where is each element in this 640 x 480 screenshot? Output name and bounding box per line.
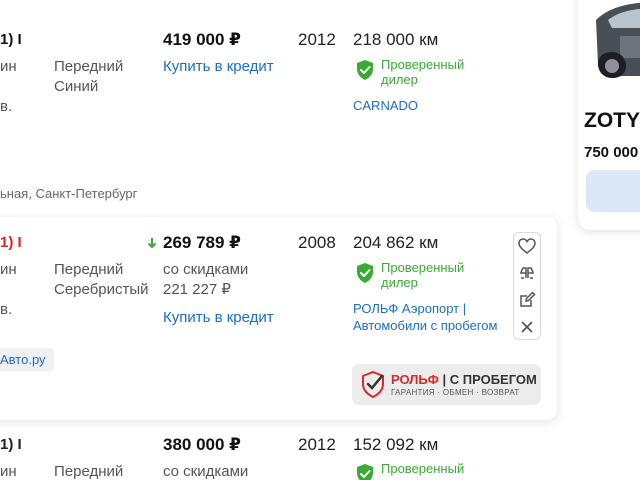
engine-info-3: ин: [0, 463, 17, 480]
car-thumbnail: [578, 0, 640, 97]
drive-2: Передний: [54, 261, 124, 278]
favorite-button[interactable]: [514, 233, 540, 259]
color-1: Синий: [54, 78, 99, 95]
year-2: 2008: [298, 233, 336, 252]
price-3: 380 000 ₽: [163, 435, 242, 454]
year-3: 2012: [298, 435, 336, 454]
shield-check-icon: [355, 262, 375, 289]
compare-button[interactable]: [514, 260, 540, 286]
drive-3: Передний: [54, 463, 124, 480]
dealer-link-1[interactable]: CARNADO: [353, 97, 418, 114]
verified-dealer-2: Проверенный дилер: [381, 260, 465, 290]
recommended-price: 750 000: [584, 144, 639, 161]
credit-link-2[interactable]: Купить в кредит: [163, 308, 274, 328]
dealer-logo[interactable]: РОЛЬФ | С ПРОБЕГОМ ГАРАНТИЯ · ОБМЕН · ВО…: [352, 364, 541, 405]
heart-icon: [518, 238, 536, 254]
hide-button[interactable]: [514, 314, 540, 340]
dealer-link-2[interactable]: РОЛЬФ Аэропорт | Автомобили с пробегом: [353, 300, 497, 334]
recommended-card[interactable]: ZOTY 750 000: [578, 0, 640, 230]
listing-title-1[interactable]: 1) I: [0, 30, 22, 50]
verified-dealer-3: Проверенный: [381, 461, 465, 476]
listing-title-3[interactable]: 1) I: [0, 435, 22, 455]
engine-info-1: ин: [0, 58, 17, 75]
tax-info-2: в.: [0, 301, 13, 318]
source-chip[interactable]: Авто.ру: [0, 348, 54, 371]
credit-link-1[interactable]: Купить в кредит: [163, 57, 274, 77]
shield-check-icon: [355, 59, 375, 86]
location-1: ьная, Санкт-Петербург: [0, 186, 138, 201]
discount-label-3: со скидками: [163, 463, 249, 480]
close-icon: [521, 321, 533, 333]
mileage-2: 204 862 км: [353, 233, 439, 252]
year-1: 2012: [298, 30, 336, 49]
rolf-shield-icon: [362, 370, 384, 399]
note-button[interactable]: [514, 287, 540, 313]
price-1: 419 000 ₽: [163, 30, 242, 49]
color-2: Серебристый: [54, 281, 149, 298]
listing-actions: [513, 232, 541, 340]
discount-label-2: со скидками: [163, 261, 249, 278]
mileage-1: 218 000 км: [353, 30, 439, 49]
tax-info-1: в.: [0, 98, 13, 115]
logo-title: РОЛЬФ | С ПРОБЕГОМ: [391, 372, 537, 387]
mileage-3: 152 092 км: [353, 435, 439, 454]
recommended-action-button[interactable]: [586, 170, 640, 212]
drive-1: Передний: [54, 58, 124, 75]
engine-info-2: ин: [0, 261, 17, 278]
discount-price-2: 221 227 ₽: [163, 281, 231, 298]
note-icon: [520, 291, 536, 307]
compare-icon: [520, 267, 534, 279]
verified-dealer-1: Проверенный дилер: [381, 57, 465, 87]
price-2: 269 789 ₽: [163, 233, 242, 252]
logo-tagline: ГАРАНТИЯ · ОБМЕН · ВОЗВРАТ: [391, 388, 520, 397]
listing-title-2[interactable]: 1) I: [0, 233, 22, 253]
shield-check-icon: [355, 463, 375, 480]
recommended-model[interactable]: ZOTY: [584, 108, 640, 134]
arrow-down-icon: [147, 236, 157, 254]
